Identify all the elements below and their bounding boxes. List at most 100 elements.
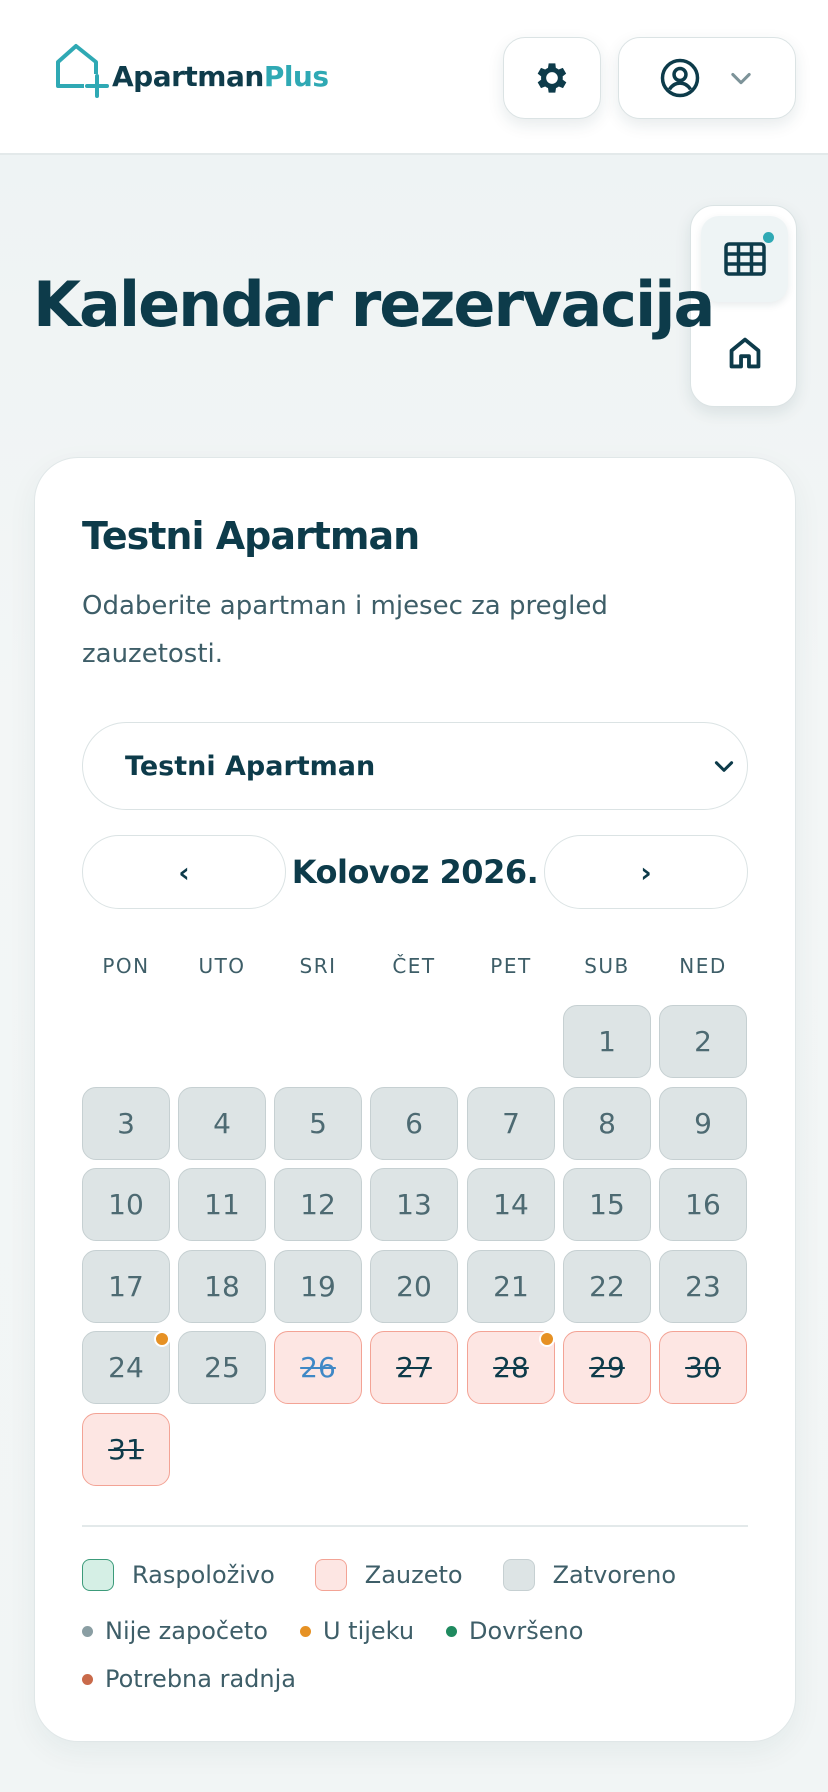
status-label: Potrebna radnja [105, 1665, 296, 1693]
calendar-day-2[interactable]: 2 [659, 1005, 747, 1078]
house-plus-logo-icon [56, 44, 110, 98]
day-number: 15 [589, 1188, 625, 1221]
calendar-day-4[interactable]: 4 [178, 1086, 266, 1160]
settings-button[interactable] [503, 37, 601, 119]
calendar-day-31[interactable]: 31 [82, 1412, 170, 1486]
calendar-day-17[interactable]: 17 [82, 1249, 170, 1323]
calendar-day-22[interactable]: 22 [563, 1249, 651, 1323]
calendar-grid: 1 2 3 4 5 6 7 8 9 10 11 12 13 14 15 16 17 18 19 20 21 22 23 24 2… [82, 1005, 748, 1486]
apartment-select-value: Testni Apartman [125, 750, 376, 782]
legend-label: Raspoloživo [132, 1561, 275, 1589]
calendar-card: Testni Apartman Odaberite apartman i mje… [34, 457, 796, 1742]
nav-home[interactable] [701, 310, 788, 396]
status-dot [446, 1625, 458, 1637]
app-header: ApartmanPlus [0, 0, 828, 155]
calendar-day-9[interactable]: 9 [659, 1086, 747, 1160]
calendar-day-30[interactable]: 30 [659, 1331, 747, 1404]
card-description: Odaberite apartman i mjesec za pregled z… [82, 591, 608, 669]
day-number: 14 [493, 1188, 529, 1221]
legend-label: Zatvoreno [552, 1561, 677, 1589]
calendar-day-3[interactable]: 3 [82, 1086, 170, 1160]
status-dot [82, 1673, 93, 1685]
calendar-grid-icon [723, 242, 766, 276]
calendar-day-18[interactable]: 18 [178, 1249, 266, 1323]
legend-label: Zauzeto [364, 1561, 463, 1589]
calendar-day-10[interactable]: 10 [82, 1168, 170, 1241]
nav-calendar[interactable] [701, 216, 788, 302]
calendar-day-8[interactable]: 8 [563, 1086, 651, 1160]
calendar-day-21[interactable]: 21 [467, 1249, 555, 1323]
day-number: 11 [204, 1188, 240, 1221]
calendar-day-19[interactable]: 19 [274, 1249, 362, 1323]
day-number: 23 [685, 1269, 721, 1303]
day-number: 12 [300, 1188, 336, 1221]
calendar-day-1[interactable]: 1 [563, 1005, 651, 1078]
day-number: 26 [300, 1351, 336, 1384]
day-number: 1 [598, 1025, 616, 1058]
chevron-down-icon [731, 72, 751, 85]
calendar-day-26[interactable]: 26 [274, 1331, 362, 1404]
day-number: 18 [204, 1269, 240, 1303]
day-number: 9 [694, 1106, 712, 1140]
calendar-day-6[interactable]: 6 [370, 1086, 458, 1160]
calendar-day-23[interactable]: 23 [659, 1249, 747, 1323]
calendar-day-13[interactable]: 13 [370, 1168, 458, 1241]
calendar-day-25[interactable]: 25 [178, 1331, 266, 1404]
apartment-title: Testni Apartman [82, 514, 420, 558]
calendar-day-11[interactable]: 11 [178, 1168, 266, 1241]
day-number: 31 [108, 1432, 144, 1466]
user-menu-button[interactable] [618, 37, 796, 119]
day-number: 6 [405, 1106, 423, 1140]
legend-available: Raspoloživo [82, 1559, 275, 1591]
day-number: 21 [493, 1269, 529, 1303]
day-number: 25 [204, 1351, 240, 1384]
weekday-label: PET [490, 954, 532, 978]
status-dot [82, 1625, 93, 1637]
calendar-day-5[interactable]: 5 [274, 1086, 362, 1160]
day-number: 16 [685, 1188, 721, 1221]
chevron-down-icon [714, 761, 734, 772]
day-number: 5 [309, 1106, 327, 1140]
calendar-day-15[interactable]: 15 [563, 1168, 651, 1241]
status-marker-in-progress [539, 1331, 555, 1347]
weekday-label: SUB [584, 954, 630, 978]
apartment-select[interactable]: Testni Apartman [82, 722, 748, 810]
day-number: 22 [589, 1269, 625, 1303]
weekday-label: ČET [392, 954, 436, 978]
calendar-day-16[interactable]: 16 [659, 1168, 747, 1241]
calendar-day-7[interactable]: 7 [467, 1086, 555, 1160]
status-dot [299, 1625, 311, 1637]
notification-dot [763, 232, 774, 243]
legend-closed: Zatvoreno [502, 1559, 677, 1591]
gear-icon [537, 63, 567, 93]
calendar-day-12[interactable]: 12 [274, 1168, 362, 1241]
brand-logo[interactable]: ApartmanPlus [52, 40, 329, 100]
day-number: 27 [396, 1351, 432, 1384]
calendar-day-29[interactable]: 29 [563, 1331, 651, 1404]
day-number: 7 [502, 1106, 520, 1140]
weekday-label: UTO [198, 954, 246, 978]
legend-booked: Zauzeto [314, 1559, 463, 1591]
day-number: 24 [108, 1351, 144, 1384]
prev-month-button[interactable]: ‹ [82, 835, 286, 909]
availability-legend: Raspoloživo Zauzeto Zatvoreno [82, 1558, 716, 1592]
closed-swatch [502, 1559, 535, 1591]
calendar-day-27[interactable]: 27 [370, 1331, 458, 1404]
calendar-day-14[interactable]: 14 [467, 1168, 555, 1241]
user-circle-icon [660, 58, 700, 98]
day-number: 17 [108, 1269, 144, 1303]
page-title: Kalendar rezervacija [33, 268, 715, 341]
legend-divider [82, 1525, 748, 1527]
status-legend-item: Dovršeno [446, 1617, 583, 1645]
month-label: Kolovoz 2026. [291, 853, 539, 891]
calendar-day-28[interactable]: 28 [467, 1331, 555, 1404]
brand-name: ApartmanPlus [112, 59, 329, 93]
calendar-day-24[interactable]: 24 [82, 1331, 170, 1404]
next-month-button[interactable]: › [544, 835, 748, 909]
weekday-header: PON UTO SRI ČET PET SUB NED [82, 954, 748, 984]
weekday-label: NED [679, 954, 727, 978]
status-label: Nije započeto [105, 1617, 268, 1645]
calendar-day-20[interactable]: 20 [370, 1249, 458, 1323]
day-number: 30 [685, 1351, 721, 1384]
status-legend-item: Potrebna radnja [82, 1665, 296, 1693]
